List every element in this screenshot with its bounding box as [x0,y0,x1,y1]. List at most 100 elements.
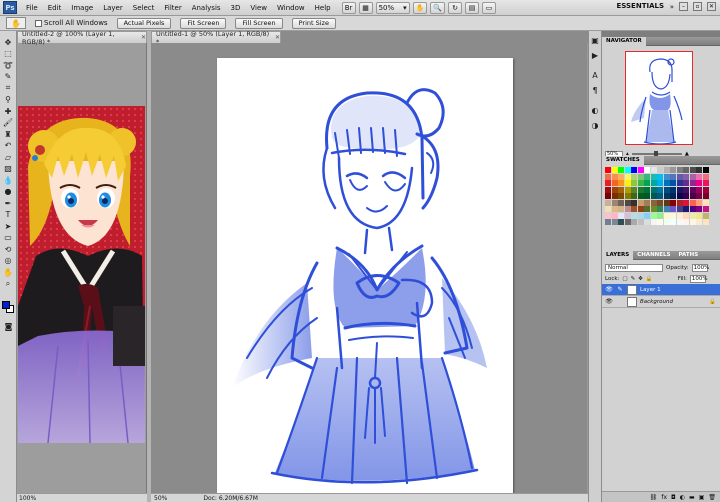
color-swatch[interactable] [605,219,611,225]
menu-edit[interactable]: Edit [43,4,67,12]
color-swatch[interactable] [689,193,696,199]
actions-panel-icon[interactable]: ▶ [590,50,600,60]
color-swatch[interactable] [611,212,618,219]
color-swatch[interactable] [650,186,657,193]
color-swatch[interactable] [637,180,644,186]
tab-swatches[interactable]: SWATCHES [602,155,644,165]
color-swatch[interactable] [637,186,644,193]
color-swatch[interactable] [696,206,702,212]
color-swatch[interactable] [611,219,618,225]
clone-stamp-tool-icon[interactable]: ♜ [2,129,15,140]
color-swatch[interactable] [618,186,624,193]
close-button[interactable]: ✕ [707,2,716,11]
color-swatch[interactable] [605,212,611,219]
color-swatch[interactable] [676,180,683,186]
color-swatch[interactable] [676,167,683,173]
color-swatch[interactable] [631,180,637,186]
color-swatch[interactable] [605,193,611,199]
menu-analysis[interactable]: Analysis [187,4,226,12]
tab-layers[interactable]: LAYERS [602,250,634,260]
color-swatch[interactable] [663,219,670,225]
color-swatch[interactable] [689,167,696,173]
lock-image-icon[interactable]: ✎ [631,276,636,282]
hand-tool-button[interactable]: ✋ [412,1,428,14]
color-swatch[interactable] [657,219,663,225]
color-swatch[interactable] [696,212,702,219]
color-swatch[interactable] [605,186,611,193]
color-swatch[interactable] [624,193,631,199]
lock-all-icon[interactable]: 🔒 [646,276,653,282]
color-swatch[interactable] [676,206,683,212]
minimize-button[interactable]: – [679,2,688,11]
color-swatch[interactable] [657,212,663,219]
color-swatch[interactable] [644,186,650,193]
history-brush-tool-icon[interactable]: ↶ [2,141,15,152]
color-swatch[interactable] [702,219,709,225]
color-swatch[interactable] [650,219,657,225]
color-swatch[interactable] [637,173,644,180]
navigator-thumbnail[interactable] [625,51,693,145]
color-swatch[interactable] [683,186,689,193]
color-swatch[interactable] [624,212,631,219]
color-swatch[interactable] [689,180,696,186]
type-tool-icon[interactable]: T [2,210,15,221]
color-swatch[interactable] [650,206,657,212]
color-swatch[interactable] [657,186,663,193]
doc2-canvas[interactable] [18,106,145,443]
color-swatch[interactable] [696,186,702,193]
zoom-tool-button[interactable]: 🔍 [430,1,446,14]
color-swatch[interactable] [683,199,689,206]
visibility-eye-icon[interactable]: 👁 [605,286,613,294]
workspace-switcher[interactable]: ESSENTIALS [617,2,665,10]
color-swatch[interactable] [631,186,637,193]
color-swatch[interactable] [611,186,618,193]
color-swatch[interactable] [618,193,624,199]
tab-channels[interactable]: CHANNELS [633,251,674,260]
color-swatch[interactable] [618,206,624,212]
color-swatch[interactable] [696,219,702,225]
color-swatch[interactable] [618,199,624,206]
color-swatch[interactable] [650,212,657,219]
color-swatch[interactable] [689,199,696,206]
gradient-tool-icon[interactable]: ▧ [2,164,15,175]
screen-mode-button[interactable]: ▭ [482,1,497,14]
color-swatch[interactable] [637,206,644,212]
color-swatch[interactable] [683,167,689,173]
color-swatch[interactable] [605,173,611,180]
menu-window[interactable]: Window [272,4,310,12]
color-swatch[interactable] [624,186,631,193]
lock-transparent-icon[interactable]: ▢ [622,276,627,282]
color-swatch[interactable] [683,193,689,199]
arrange-documents-button[interactable]: ▤ [465,1,480,14]
color-swatch[interactable] [663,212,670,219]
color-swatch[interactable] [618,180,624,186]
color-swatch[interactable] [676,199,683,206]
menu-filter[interactable]: Filter [159,4,186,12]
color-swatch[interactable] [644,173,650,180]
blur-tool-icon[interactable]: 💧 [2,175,15,186]
close-icon[interactable]: ✕ [141,34,146,41]
actual-pixels-button[interactable]: Actual Pixels [116,17,172,29]
color-swatch[interactable] [696,193,702,199]
menu-image[interactable]: Image [66,4,98,12]
color-swatch[interactable] [670,206,676,212]
eyedropper-tool-icon[interactable]: ⚲ [2,95,15,106]
color-swatch[interactable] [670,212,676,219]
color-swatch[interactable] [618,173,624,180]
color-swatch[interactable] [605,180,611,186]
color-swatch[interactable] [637,193,644,199]
color-swatch[interactable] [657,180,663,186]
lasso-tool-icon[interactable]: ➰ [2,60,15,71]
color-swatch[interactable] [650,173,657,180]
color-swatch[interactable] [689,206,696,212]
color-swatch[interactable] [663,206,670,212]
color-swatch[interactable] [657,193,663,199]
tab-navigator[interactable]: NAVIGATOR [602,36,646,46]
tool-preset-picker[interactable]: ✋ [6,17,26,29]
foreground-color-swatch[interactable] [2,301,10,309]
color-swatch[interactable] [670,173,676,180]
maximize-button[interactable]: ▫ [693,2,702,11]
color-swatch[interactable] [611,180,618,186]
color-swatch[interactable] [624,199,631,206]
crop-tool-icon[interactable]: ⌗ [2,83,15,94]
